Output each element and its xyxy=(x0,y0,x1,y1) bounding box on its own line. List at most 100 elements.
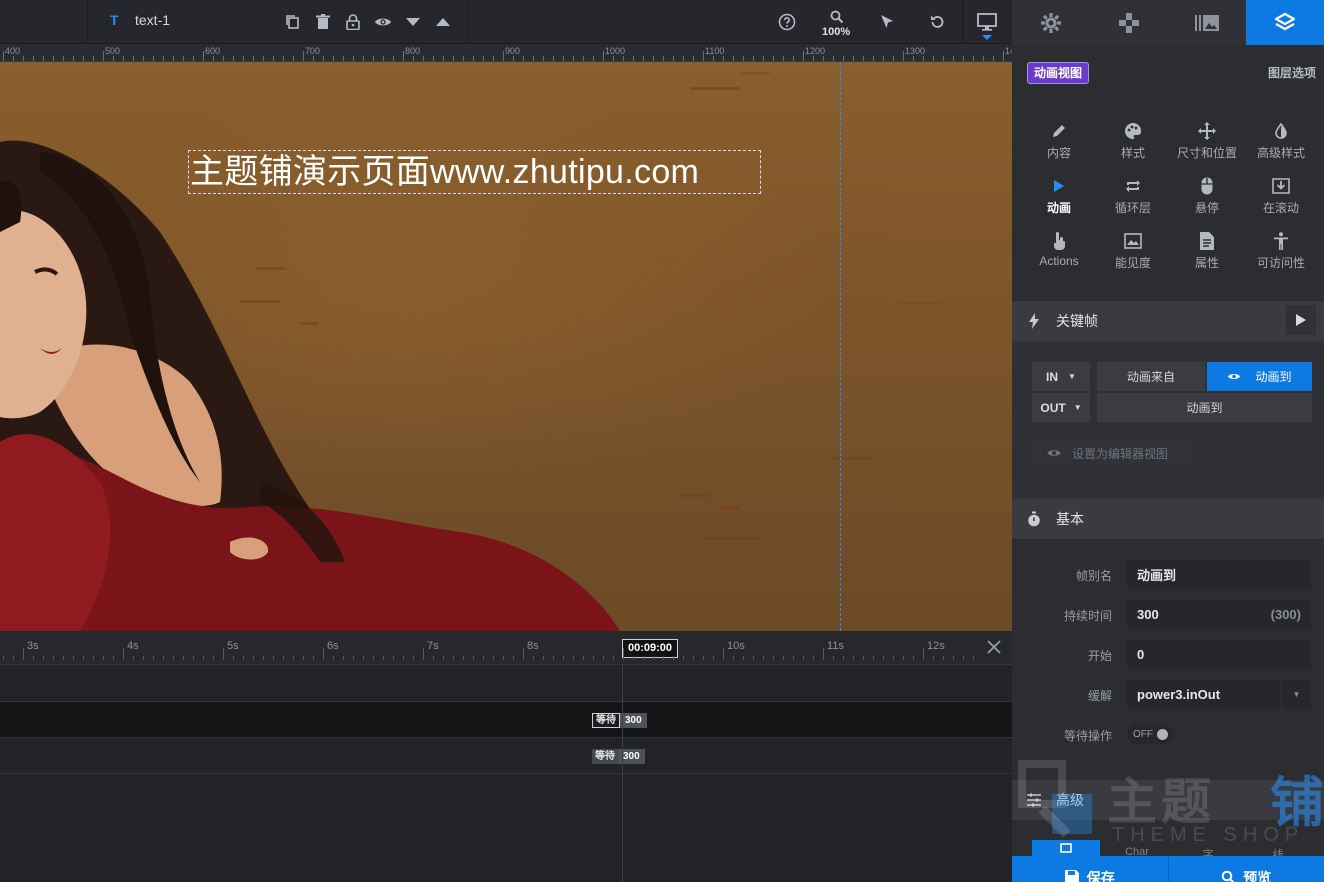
timeline-keyframe[interactable]: 等待 300 xyxy=(592,749,645,764)
text-layer-icon: T xyxy=(110,12,119,28)
timeline-row[interactable]: 等待 300 xyxy=(0,738,1012,774)
advanced-section-header[interactable]: 高级 xyxy=(1012,780,1324,820)
out-animate-to-button[interactable]: 动画到 xyxy=(1097,393,1312,422)
guide-line[interactable] xyxy=(840,62,841,631)
start-input[interactable]: 0 xyxy=(1127,640,1311,669)
loop-icon xyxy=(1096,175,1170,197)
ruler-tick xyxy=(363,56,364,61)
menu-attributes[interactable]: 属性 xyxy=(1170,230,1244,278)
ruler-label: 900 xyxy=(505,46,521,56)
ruler-tick xyxy=(483,56,484,61)
preview-button[interactable]: 预览 xyxy=(1168,856,1324,882)
ruler-tick xyxy=(193,56,194,61)
undo-icon[interactable] xyxy=(926,11,948,33)
text-layer[interactable]: 主题铺演示页面www.zhutipu.com xyxy=(188,150,761,194)
timeline-second-label: 7s xyxy=(427,640,439,652)
menu-visibility[interactable]: 能见度 xyxy=(1096,230,1170,278)
ruler-tick xyxy=(823,56,824,61)
menu-size-position[interactable]: 尺寸和位置 xyxy=(1170,120,1244,168)
ruler-tick xyxy=(433,56,434,61)
menu-on-scroll[interactable]: 在滚动 xyxy=(1244,175,1318,223)
keyframes-play-button[interactable] xyxy=(1286,305,1316,335)
move-down-icon[interactable] xyxy=(402,11,424,33)
timeline-tick xyxy=(963,656,964,660)
out-select[interactable]: OUT ▼ xyxy=(1032,393,1090,422)
ruler-tick xyxy=(973,56,974,61)
menu-animation[interactable]: 动画 xyxy=(1022,175,1096,223)
timeline-keyframe[interactable]: 等待 300 xyxy=(592,713,647,728)
timeline-tick xyxy=(723,648,724,660)
layer-name[interactable]: text-1 xyxy=(135,12,170,28)
menu-loop[interactable]: 循环层 xyxy=(1096,175,1170,223)
ruler-tick xyxy=(633,56,634,61)
save-icon xyxy=(1064,870,1079,882)
ruler-tick xyxy=(923,56,924,61)
animate-from-button[interactable]: 动画来自 xyxy=(1097,362,1205,391)
timeline-second-label: 10s xyxy=(727,640,745,652)
ruler-tick xyxy=(603,51,604,61)
zoom-level[interactable]: 100% xyxy=(822,26,850,38)
timeline-tick xyxy=(873,656,874,660)
timeline-tick xyxy=(553,656,554,660)
close-icon[interactable] xyxy=(986,639,1004,657)
ruler-tick xyxy=(273,56,274,61)
gamepad-icon xyxy=(1119,12,1139,33)
adv-tab-block[interactable] xyxy=(1032,840,1100,856)
timeline-ruler[interactable]: 00:09:00 3s 4s 5s 6s 7s 8s 10s 11s 12s xyxy=(0,631,1012,665)
menu-content[interactable]: 内容 xyxy=(1022,120,1096,168)
slide-canvas[interactable]: 主题铺演示页面www.zhutipu.com xyxy=(0,62,1012,631)
timeline-tick xyxy=(163,656,164,660)
animation-view-badge[interactable]: 动画视图 xyxy=(1027,62,1090,84)
menu-advanced-style[interactable]: 高级样式 xyxy=(1244,120,1318,168)
duration-input[interactable]: 300 (300) xyxy=(1127,600,1311,629)
ruler-tick xyxy=(583,56,584,61)
tab-settings[interactable] xyxy=(1012,0,1090,45)
ruler-tick xyxy=(643,56,644,61)
trash-icon[interactable] xyxy=(312,11,334,33)
keyframes-section-header[interactable]: 关键帧 xyxy=(1012,301,1324,341)
set-editor-view-button[interactable]: 设置为编辑器视图 xyxy=(1032,438,1192,468)
lock-icon[interactable] xyxy=(342,11,364,33)
tab-layers[interactable] xyxy=(1246,0,1324,45)
ruler-tick xyxy=(593,56,594,61)
duplicate-icon[interactable] xyxy=(282,11,304,33)
ruler-tick xyxy=(443,56,444,61)
in-select[interactable]: IN ▼ xyxy=(1032,362,1090,391)
timeline-second-label: 4s xyxy=(127,640,139,652)
desktop-icon[interactable] xyxy=(976,11,998,33)
timeline-tick xyxy=(233,656,234,660)
menu-style[interactable]: 样式 xyxy=(1096,120,1170,168)
timeline-row[interactable]: 等待 300 xyxy=(0,702,1012,738)
timeline-second-label: 6s xyxy=(327,640,339,652)
menu-accessibility[interactable]: 可访问性 xyxy=(1244,230,1318,278)
timeline-tick xyxy=(943,656,944,660)
frame-name-input[interactable]: 动画到 xyxy=(1127,560,1311,589)
ruler-tick xyxy=(133,56,134,61)
timeline-tick xyxy=(813,656,814,660)
playhead[interactable] xyxy=(622,665,623,882)
cursor-icon[interactable] xyxy=(876,11,898,33)
wait-action-toggle[interactable]: OFF xyxy=(1127,724,1173,744)
basic-section-header[interactable]: 基本 xyxy=(1012,499,1324,539)
animate-to-button[interactable]: 动画到 xyxy=(1207,362,1312,391)
eye-icon[interactable] xyxy=(372,11,394,33)
ruler-tick xyxy=(253,56,254,61)
ruler-tick xyxy=(73,56,74,61)
help-icon[interactable] xyxy=(776,11,798,33)
timeline-second-label: 12s xyxy=(927,640,945,652)
ruler-tick xyxy=(543,56,544,61)
panel-tabs xyxy=(1012,0,1324,45)
move-up-icon[interactable] xyxy=(432,11,454,33)
timeline-tick xyxy=(653,656,654,660)
menu-hover[interactable]: 悬停 xyxy=(1170,175,1244,223)
zoom-icon[interactable] xyxy=(826,6,848,28)
menu-actions[interactable]: Actions xyxy=(1022,230,1096,278)
current-time[interactable]: 00:09:00 xyxy=(622,639,679,658)
tab-navigation[interactable] xyxy=(1090,0,1168,45)
ease-select[interactable]: power3.inOut ▼ xyxy=(1127,680,1311,709)
timeline-row[interactable] xyxy=(0,666,1012,702)
tab-media[interactable] xyxy=(1168,0,1246,45)
save-button[interactable]: 保存 xyxy=(1012,856,1169,882)
ruler-label: 1000 xyxy=(605,46,626,56)
ruler-tick xyxy=(303,51,304,61)
